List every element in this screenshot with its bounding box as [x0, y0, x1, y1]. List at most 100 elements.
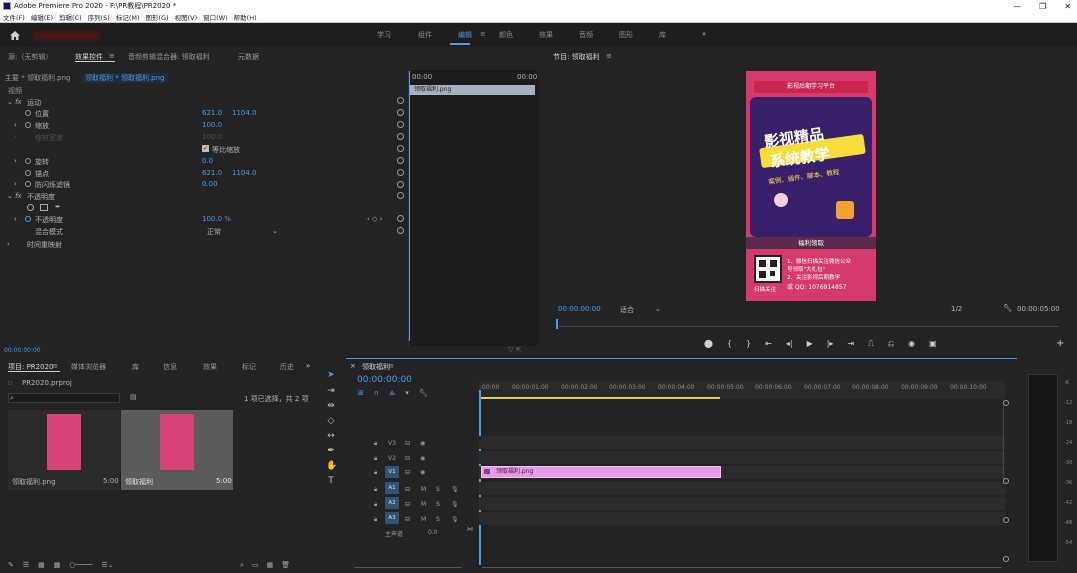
- solo-button[interactable]: S: [436, 516, 440, 523]
- new-item-icon[interactable]: ▦: [267, 561, 274, 570]
- pen-mask-icon[interactable]: ✒: [55, 203, 61, 211]
- freeform-view-icon[interactable]: ▩: [54, 561, 61, 569]
- stopwatch-icon[interactable]: [25, 170, 31, 176]
- opacity-value-expand-icon[interactable]: ›: [14, 215, 17, 223]
- rotation-expand-icon[interactable]: ›: [14, 157, 17, 165]
- track-lane-a1[interactable]: [479, 482, 1005, 495]
- lock-icon[interactable]: 🔒︎: [374, 501, 377, 509]
- minimize-icon[interactable]: —: [1013, 2, 1021, 11]
- ellipse-mask-icon[interactable]: [27, 204, 34, 211]
- track-label-v1[interactable]: V1: [385, 466, 399, 478]
- reset-icon[interactable]: [397, 169, 404, 176]
- reset-icon[interactable]: [397, 192, 404, 199]
- sync-lock-icon[interactable]: ⊟: [405, 455, 410, 462]
- microphone-icon[interactable]: 🎙︎: [451, 501, 459, 508]
- tab-audio-clip-mixer[interactable]: 音频剪辑混合器: 领取福利: [128, 52, 210, 62]
- solo-button[interactable]: S: [436, 501, 440, 508]
- mark-in-icon[interactable]: {: [727, 339, 732, 349]
- sync-lock-icon[interactable]: ⊟: [405, 501, 410, 508]
- ripple-edit-tool-icon[interactable]: ⇹: [326, 401, 336, 411]
- lock-icon[interactable]: 🔒︎: [374, 469, 377, 477]
- flicker-expand-icon[interactable]: ›: [14, 180, 17, 188]
- add-marker-icon[interactable]: ▾: [405, 389, 409, 398]
- opacity-expand-icon[interactable]: ⌄ fx: [7, 192, 22, 200]
- track-label-a1[interactable]: A1: [385, 482, 399, 494]
- icon-view-icon[interactable]: ▦: [38, 561, 45, 569]
- clip-path-sequence[interactable]: 领取福利 * 领取福利.png: [82, 73, 168, 83]
- project-item-still[interactable]: 领取福利.png 5:00: [8, 410, 120, 490]
- rotation-value[interactable]: 0.0: [202, 157, 213, 165]
- add-button-icon[interactable]: +: [1056, 338, 1064, 349]
- work-area-bar[interactable]: [481, 397, 720, 399]
- mute-button[interactable]: M: [421, 516, 426, 523]
- workspace-menu-icon[interactable]: ≡: [480, 30, 486, 38]
- lock-icon[interactable]: 🔒︎: [374, 486, 377, 494]
- sync-lock-icon[interactable]: ⊟: [405, 516, 410, 523]
- menu-sequence[interactable]: 序列(S): [88, 12, 110, 22]
- mini-clip-bar[interactable]: 领取福利.png: [410, 85, 535, 95]
- track-label-v3[interactable]: V3: [388, 440, 396, 447]
- motion-expand-icon[interactable]: ⌄ fx: [7, 98, 22, 106]
- menu-help[interactable]: 帮助(H): [234, 12, 257, 22]
- flicker-value[interactable]: 0.00: [202, 180, 218, 188]
- program-monitor-title[interactable]: 节目: 领取福利: [553, 52, 600, 62]
- reset-icon[interactable]: [397, 121, 404, 128]
- sync-lock-icon[interactable]: ⊟: [405, 469, 410, 476]
- opacity-value[interactable]: 100.0 %: [202, 215, 231, 223]
- play-icon[interactable]: ▶: [807, 339, 813, 349]
- track-label-a3[interactable]: A3: [385, 512, 399, 524]
- lock-icon[interactable]: 🔒︎: [374, 440, 377, 448]
- slip-tool-icon[interactable]: ↔: [326, 431, 336, 441]
- nest-icon[interactable]: ⊞: [358, 389, 364, 398]
- chevron-down-icon[interactable]: ⌄: [655, 305, 661, 313]
- timeline-clip[interactable]: 领取福利.png: [481, 466, 721, 478]
- time-remap-expand-icon[interactable]: ›: [7, 240, 10, 248]
- menu-marker[interactable]: 标记(M): [116, 12, 140, 22]
- more-panels-icon[interactable]: »: [306, 362, 310, 370]
- tab-info[interactable]: 信息: [163, 362, 177, 372]
- mark-out-icon[interactable]: }: [746, 339, 751, 349]
- menu-window[interactable]: 窗口(W): [203, 12, 228, 22]
- track-select-tool-icon[interactable]: ⇥: [326, 386, 336, 396]
- step-back-icon[interactable]: ◂|: [786, 339, 793, 349]
- pen-tool-icon[interactable]: ✒: [326, 446, 336, 456]
- scroll-handle[interactable]: [1003, 556, 1009, 562]
- scale-expand-icon[interactable]: ›: [14, 121, 17, 129]
- keyframe-nav[interactable]: ‹ ◇ ›: [367, 215, 382, 223]
- workspace-effects[interactable]: 效果: [539, 30, 553, 40]
- tab-media-browser[interactable]: 媒体浏览器: [71, 362, 106, 372]
- reset-icon[interactable]: [397, 97, 404, 104]
- sort-icon[interactable]: ☰⌄: [101, 561, 113, 569]
- filter-icon[interactable]: ▽ ⇱: [508, 346, 521, 354]
- playhead[interactable]: [409, 71, 410, 341]
- timeline-horizontal-scrollbar[interactable]: [482, 563, 1002, 568]
- workspace-editing[interactable]: 编辑: [458, 30, 472, 40]
- export-frame-icon[interactable]: ◉: [908, 339, 915, 349]
- tab-history[interactable]: 历史: [280, 362, 294, 372]
- mute-button[interactable]: M: [421, 501, 426, 508]
- track-label-a2[interactable]: A2: [385, 497, 399, 509]
- workspace-color[interactable]: 颜色: [499, 30, 513, 40]
- program-timecode[interactable]: 00:00:00:00: [558, 305, 601, 313]
- workspace-more-icon[interactable]: »: [702, 30, 706, 38]
- timeline-settings-icon[interactable]: 🔧︎: [419, 389, 428, 398]
- tab-libraries[interactable]: 库: [132, 362, 139, 372]
- uniform-scale-checkbox[interactable]: ✓: [202, 145, 209, 152]
- extract-icon[interactable]: ⎌: [888, 339, 894, 349]
- reset-icon[interactable]: [397, 157, 404, 164]
- microphone-icon[interactable]: 🎙︎: [451, 486, 459, 493]
- rectangle-mask-icon[interactable]: [40, 204, 48, 211]
- new-bin-icon[interactable]: ▭: [252, 561, 259, 570]
- scroll-handle[interactable]: [1003, 478, 1009, 484]
- menu-view[interactable]: 视图(V): [175, 12, 198, 22]
- effect-controls-timecode[interactable]: 00:00:00:00: [4, 347, 41, 354]
- program-menu-icon[interactable]: ≡: [606, 52, 612, 60]
- timeline-timecode[interactable]: 00:00:00:00: [357, 375, 412, 385]
- reset-icon[interactable]: [397, 133, 404, 140]
- position-y[interactable]: 1104.0: [232, 109, 257, 117]
- linked-selection-icon[interactable]: ⟁: [389, 389, 395, 398]
- clip-path-main[interactable]: 主要 * 领取福利.png: [5, 73, 71, 83]
- selection-tool-icon[interactable]: ➤: [326, 370, 336, 380]
- track-lane-a2[interactable]: [479, 497, 1005, 510]
- workspace-assembly[interactable]: 组件: [418, 30, 432, 40]
